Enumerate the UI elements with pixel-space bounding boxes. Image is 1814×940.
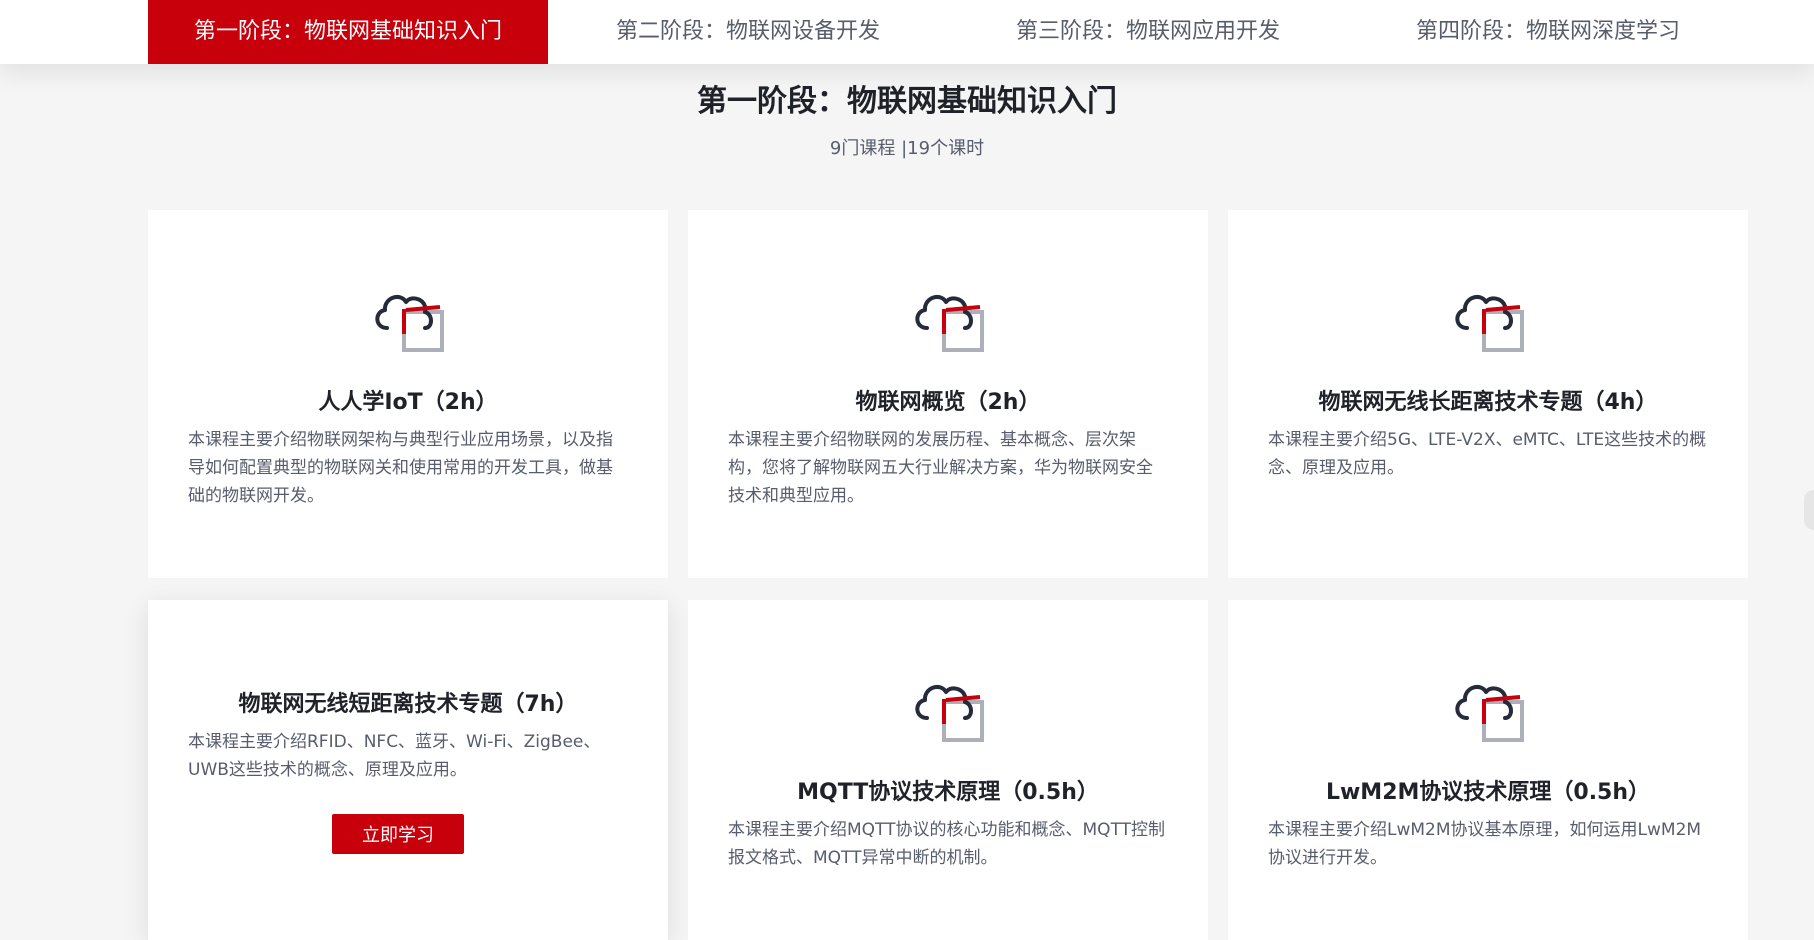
tab-stage-3[interactable]: 第三阶段：物联网应用开发 bbox=[948, 0, 1348, 64]
course-description: 本课程主要介绍物联网架构与典型行业应用场景，以及指导如何配置典型的物联网关和使用… bbox=[188, 430, 613, 506]
course-title: 物联网无线长距离技术专题（4h） bbox=[1318, 390, 1658, 415]
section-course-count: 9门课程 |19个课时 bbox=[829, 138, 985, 159]
tab-stage-4[interactable]: 第四阶段：物联网深度学习 bbox=[1348, 0, 1748, 64]
start-learning-button[interactable]: 立即学习 bbox=[332, 814, 464, 854]
stage-tabs: 第一阶段：物联网基础知识入门 第二阶段：物联网设备开发 第三阶段：物联网应用开发… bbox=[148, 0, 1748, 64]
course-card-lwm2m[interactable]: LwM2M协议技术原理（0.5h） 本课程主要介绍LwM2M协议基本原理，如何运… bbox=[1228, 600, 1748, 940]
course-title: 人人学IoT（2h） bbox=[318, 390, 498, 415]
tab-stage-1[interactable]: 第一阶段：物联网基础知识入门 bbox=[148, 0, 548, 64]
section-title: 第一阶段：物联网基础知识入门 bbox=[697, 84, 1117, 119]
course-card-iot-basics[interactable]: 人人学IoT（2h） 本课程主要介绍物联网架构与典型行业应用场景，以及指导如何配… bbox=[148, 210, 668, 578]
stage-tab-bar: 第一阶段：物联网基础知识入门 第二阶段：物联网设备开发 第三阶段：物联网应用开发… bbox=[0, 0, 1814, 64]
cloud-course-icon bbox=[915, 684, 984, 742]
cloud-course-icon bbox=[375, 294, 444, 352]
course-title: 物联网无线短距离技术专题（7h） bbox=[238, 692, 578, 717]
cloud-course-icon bbox=[915, 294, 984, 352]
course-description: 本课程主要介绍5G、LTE-V2X、eMTC、LTE这些技术的概念、原理及应用。 bbox=[1268, 430, 1707, 478]
course-title: LwM2M协议技术原理（0.5h） bbox=[1325, 780, 1651, 805]
cloud-course-icon bbox=[1455, 294, 1524, 352]
side-scroll-handle[interactable] bbox=[1804, 490, 1814, 530]
course-description: 本课程主要介绍MQTT协议的核心功能和概念、MQTT控制报文格式、MQTT异常中… bbox=[728, 820, 1166, 868]
course-description: 本课程主要介绍RFID、NFC、蓝牙、Wi-Fi、ZigBee、UWB这些技术的… bbox=[188, 732, 601, 780]
course-description: 本课程主要介绍LwM2M协议基本原理，如何运用LwM2M协议进行开发。 bbox=[1268, 820, 1702, 868]
course-card-iot-overview[interactable]: 物联网概览（2h） 本课程主要介绍物联网的发展历程、基本概念、层次架构，您将了解… bbox=[688, 210, 1208, 578]
course-card-short-range-wireless[interactable]: 物联网无线短距离技术专题（7h） 本课程主要介绍RFID、NFC、蓝牙、Wi-F… bbox=[148, 600, 668, 940]
course-card-mqtt[interactable]: MQTT协议技术原理（0.5h） 本课程主要介绍MQTT协议的核心功能和概念、M… bbox=[688, 600, 1208, 940]
course-title: MQTT协议技术原理（0.5h） bbox=[797, 780, 1099, 805]
cloud-course-icon bbox=[1455, 684, 1524, 742]
course-card-long-range-wireless[interactable]: 物联网无线长距离技术专题（4h） 本课程主要介绍5G、LTE-V2X、eMTC、… bbox=[1228, 210, 1748, 578]
course-title: 物联网概览（2h） bbox=[855, 390, 1041, 415]
course-description: 本课程主要介绍物联网的发展历程、基本概念、层次架构，您将了解物联网五大行业解决方… bbox=[728, 430, 1153, 506]
tab-stage-2[interactable]: 第二阶段：物联网设备开发 bbox=[548, 0, 948, 64]
